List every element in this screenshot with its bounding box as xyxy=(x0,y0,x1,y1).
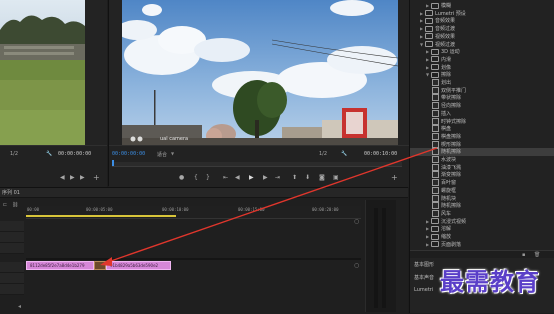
watermark-logo: 最需教育 xyxy=(440,267,540,296)
